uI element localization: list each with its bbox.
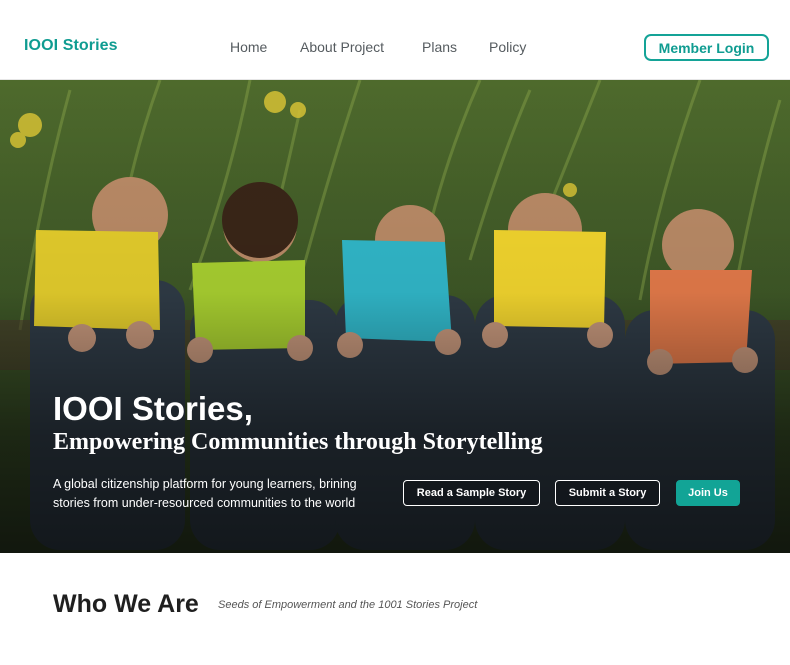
hero-subtitle: Empowering Communities through Storytell… <box>53 429 543 455</box>
hero-title: IOOI Stories, <box>53 390 253 427</box>
who-we-are-title: Who We Are <box>53 590 199 618</box>
read-sample-story-button[interactable]: Read a Sample Story <box>403 480 540 506</box>
nav-about-project[interactable]: About Project <box>300 39 384 55</box>
site-header: IOOI Stories Home About Project Plans Po… <box>0 0 790 80</box>
nav-plans[interactable]: Plans <box>422 39 457 55</box>
member-login-button[interactable]: Member Login <box>644 34 769 61</box>
nav-home[interactable]: Home <box>230 39 267 55</box>
hero-section: IOOI Stories, Empowering Communities thr… <box>0 80 790 553</box>
who-we-are-subtitle: Seeds of Empowerment and the 1001 Storie… <box>218 599 478 611</box>
submit-story-button[interactable]: Submit a Story <box>555 480 660 506</box>
nav-policy[interactable]: Policy <box>489 39 526 55</box>
brand-logo[interactable]: IOOI Stories <box>24 37 118 55</box>
hero-description: A global citizenship platform for young … <box>53 477 357 510</box>
join-us-button[interactable]: Join Us <box>676 480 740 506</box>
